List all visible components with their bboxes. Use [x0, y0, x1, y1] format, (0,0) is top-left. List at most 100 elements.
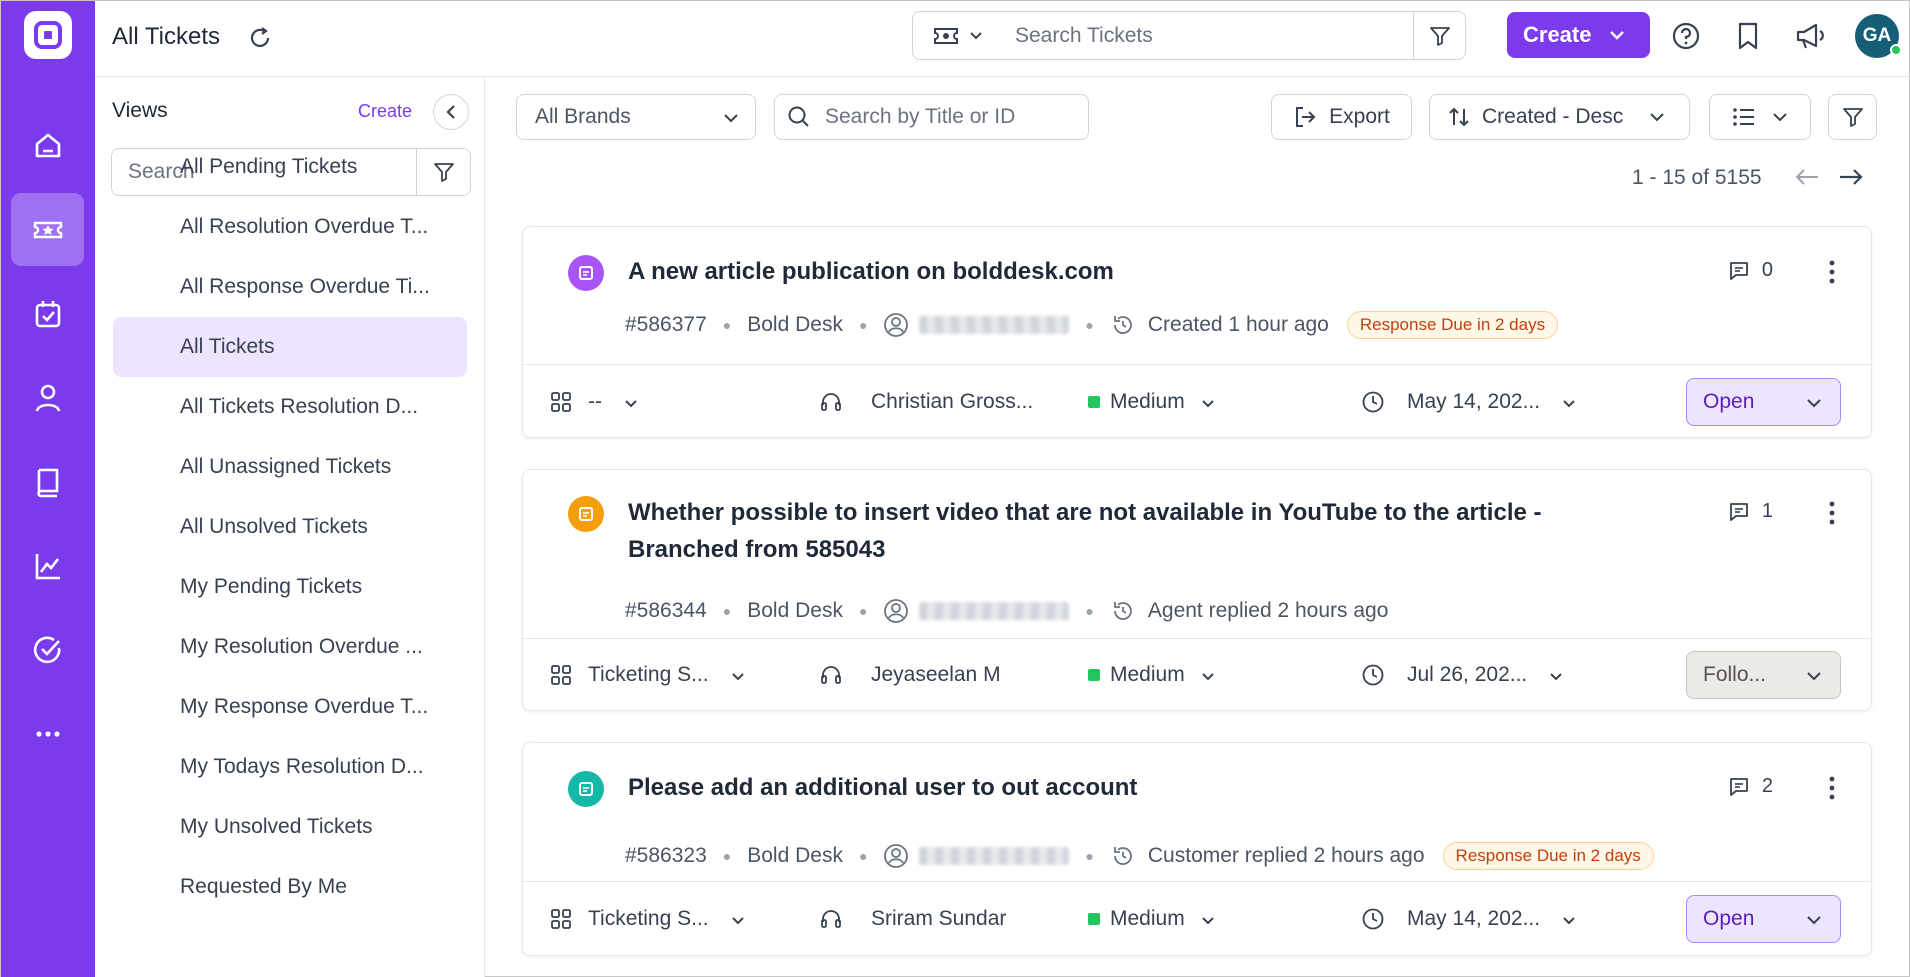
global-search-input[interactable]: [1003, 12, 1413, 59]
contacts-icon[interactable]: [11, 361, 84, 434]
more-options-icon[interactable]: [1827, 259, 1837, 290]
ticket-card[interactable]: Whether possible to insert video that ar…: [522, 469, 1872, 711]
ticket-title[interactable]: Whether possible to insert video that ar…: [628, 494, 1542, 568]
more-options-icon[interactable]: [1827, 775, 1837, 806]
category-dropdown[interactable]: --: [550, 390, 638, 414]
brands-dropdown[interactable]: All Brands: [516, 94, 756, 140]
calendar-check-icon[interactable]: [11, 277, 84, 350]
ticket-id[interactable]: #586323: [625, 844, 707, 868]
layout-dropdown[interactable]: [1709, 94, 1811, 140]
left-rail: [1, 1, 95, 977]
due-date-dropdown[interactable]: May 14, 202...: [1361, 390, 1576, 414]
view-item[interactable]: Requested By Me: [113, 857, 467, 917]
sort-dropdown[interactable]: Created - Desc: [1429, 94, 1690, 140]
tasks-icon[interactable]: [11, 613, 84, 686]
due-date-value: Jul 26, 202...: [1407, 663, 1528, 686]
ticket-card[interactable]: Please add an additional user to out acc…: [522, 742, 1872, 956]
avatar-initials: GA: [1862, 25, 1892, 46]
status-dropdown[interactable]: Open: [1686, 378, 1841, 426]
logo-icon[interactable]: [24, 11, 72, 59]
avatar[interactable]: GA: [1855, 14, 1902, 58]
due-date-dropdown[interactable]: May 14, 202...: [1361, 907, 1576, 931]
agent-field[interactable]: Jeyaseelan M: [819, 663, 1001, 687]
card-divider: [523, 364, 1871, 365]
category-icon: [551, 392, 571, 412]
priority-dropdown[interactable]: Medium: [1088, 663, 1215, 687]
refresh-icon[interactable]: [247, 25, 273, 51]
ticket-search-input[interactable]: [825, 105, 1075, 129]
separator-dot: ●: [722, 603, 732, 619]
comment-count[interactable]: 1: [1728, 500, 1773, 523]
ticket-card[interactable]: A new article publication on bolddesk.co…: [522, 226, 1872, 438]
tickets-icon[interactable]: [11, 193, 84, 266]
view-item[interactable]: All Tickets: [113, 317, 467, 377]
view-item[interactable]: My Response Overdue T...: [113, 677, 467, 737]
priority-value: Medium: [1110, 907, 1185, 930]
more-options-icon[interactable]: [1827, 500, 1837, 531]
view-item[interactable]: My Todays Resolution D...: [113, 737, 467, 797]
more-icon[interactable]: [11, 697, 84, 770]
history-icon: [1113, 602, 1132, 620]
comment-count[interactable]: 2: [1728, 775, 1773, 798]
search-filter-icon[interactable]: [1413, 12, 1465, 59]
chevron-down-icon: [724, 114, 738, 123]
separator-dot: ●: [1085, 603, 1094, 619]
separator-dot: ●: [722, 317, 732, 333]
help-icon[interactable]: [1669, 19, 1703, 53]
knowledge-base-icon[interactable]: [11, 445, 84, 518]
global-search: [912, 11, 1466, 60]
view-item[interactable]: All Tickets Resolution D...: [113, 377, 467, 437]
sort-icon: [1449, 107, 1469, 127]
view-item[interactable]: All Pending Tickets: [113, 137, 467, 197]
view-item[interactable]: All Resolution Overdue T...: [113, 197, 467, 257]
due-date-value: May 14, 202...: [1407, 390, 1541, 413]
chevron-down-icon: [1201, 390, 1215, 414]
pagination-text: 1 - 15 of 5155: [1632, 166, 1762, 189]
create-button[interactable]: Create: [1507, 12, 1650, 58]
category-dropdown[interactable]: Ticketing S...: [550, 907, 745, 931]
requester-icon: [884, 313, 909, 337]
filter-button[interactable]: [1828, 94, 1877, 140]
ticket-title[interactable]: Please add an additional user to out acc…: [628, 769, 1137, 806]
search-type-dropdown[interactable]: [913, 12, 1003, 59]
view-item[interactable]: All Unsolved Tickets: [113, 497, 467, 557]
reports-icon[interactable]: [11, 529, 84, 602]
priority-dropdown[interactable]: Medium: [1088, 390, 1215, 414]
ticket-id[interactable]: #586377: [625, 313, 707, 337]
announcement-icon[interactable]: [1793, 19, 1827, 53]
export-button[interactable]: Export: [1271, 94, 1412, 140]
next-page-icon[interactable]: [1838, 166, 1864, 193]
home-icon[interactable]: [11, 108, 84, 181]
comment-count-value: 1: [1761, 500, 1773, 522]
collapse-panel-button[interactable]: [433, 94, 469, 130]
view-item[interactable]: My Resolution Overdue ...: [113, 617, 467, 677]
chevron-down-icon: [970, 31, 982, 39]
view-item[interactable]: All Response Overdue Ti...: [113, 257, 467, 317]
separator-dot: ●: [722, 848, 732, 864]
bookmark-icon[interactable]: [1731, 19, 1765, 53]
status-dropdown[interactable]: Open: [1686, 895, 1841, 943]
due-date-dropdown[interactable]: Jul 26, 202...: [1361, 663, 1563, 687]
ticket-properties: -- Christian Gross... Medium May 14, 202…: [523, 378, 1871, 426]
ticket-id[interactable]: #586344: [625, 599, 707, 623]
chevron-down-icon: [1201, 663, 1215, 687]
views-create-link[interactable]: Create: [358, 101, 412, 122]
agent-field[interactable]: Christian Gross...: [819, 390, 1033, 414]
separator-dot: ●: [1085, 317, 1094, 333]
status-value: Open: [1703, 390, 1755, 413]
comment-count[interactable]: 0: [1728, 259, 1773, 282]
sla-badge: Response Due in 2 days: [1346, 311, 1559, 339]
ticket-meta: #586323 ● Bold Desk ● ● Customer replied…: [625, 842, 1654, 870]
agent-field[interactable]: Sriram Sundar: [819, 907, 1006, 931]
view-item[interactable]: My Unsolved Tickets: [113, 797, 467, 857]
view-item[interactable]: My Pending Tickets: [113, 557, 467, 617]
priority-dropdown[interactable]: Medium: [1088, 907, 1215, 931]
priority-indicator: [1088, 913, 1100, 925]
previous-page-icon[interactable]: [1794, 166, 1820, 193]
chevron-left-icon: [446, 105, 455, 119]
category-icon: [551, 909, 571, 929]
view-item[interactable]: All Unassigned Tickets: [113, 437, 467, 497]
ticket-title[interactable]: A new article publication on bolddesk.co…: [628, 253, 1114, 290]
status-dropdown[interactable]: Follo...: [1686, 651, 1841, 699]
category-dropdown[interactable]: Ticketing S...: [550, 663, 745, 687]
